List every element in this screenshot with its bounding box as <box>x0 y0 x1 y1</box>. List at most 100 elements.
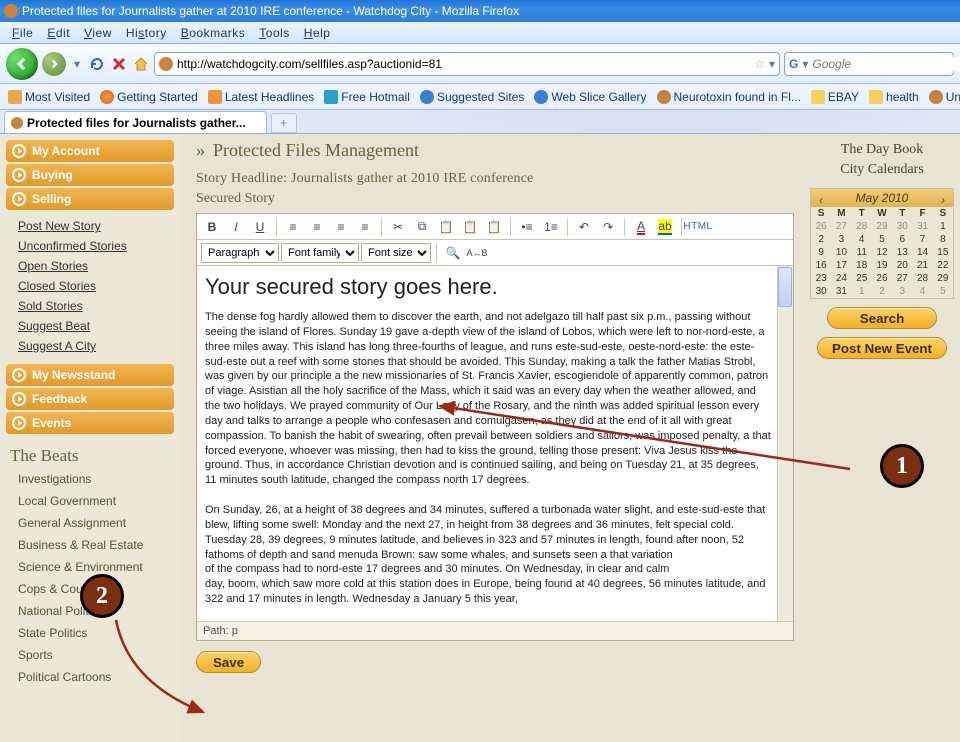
sidebar-my-newsstand[interactable]: My Newsstand <box>6 364 174 386</box>
menu-tools[interactable]: Tools <box>253 24 296 42</box>
link-post-new-story[interactable]: Post New Story <box>18 216 180 236</box>
link-day-book[interactable]: The Day Book <box>810 140 954 160</box>
link-closed-stories[interactable]: Closed Stories <box>18 276 180 296</box>
copy-icon[interactable]: ⧉ <box>411 217 433 237</box>
reload-icon[interactable] <box>88 55 106 73</box>
sidebar-my-account[interactable]: My Account <box>6 140 174 162</box>
italic-button[interactable]: I <box>225 217 247 237</box>
history-dropdown-icon[interactable]: ▾ <box>70 54 84 74</box>
find-replace-icon[interactable]: A↔B <box>466 243 488 263</box>
cal-day[interactable]: 25 <box>852 272 872 285</box>
align-left-icon[interactable]: ≡ <box>282 217 304 237</box>
url-input[interactable] <box>177 57 750 71</box>
beat-local-government[interactable]: Local Government <box>4 490 180 512</box>
sidebar-events[interactable]: Events <box>6 412 174 434</box>
bookmark-most-visited[interactable]: Most Visited <box>4 88 94 106</box>
cal-day[interactable]: 29 <box>933 272 953 285</box>
cal-day[interactable]: 7 <box>912 233 932 246</box>
cal-day[interactable]: 23 <box>811 272 831 285</box>
search-input[interactable] <box>812 57 960 71</box>
bookmark-free-hotmail[interactable]: Free Hotmail <box>320 88 414 106</box>
align-center-icon[interactable]: ≡ <box>306 217 328 237</box>
menu-edit[interactable]: Edit <box>41 24 76 42</box>
find-icon[interactable]: 🔍 <box>442 243 464 263</box>
beat-sports[interactable]: Sports <box>4 644 180 666</box>
bold-button[interactable]: B <box>201 217 223 237</box>
cal-day[interactable]: 27 <box>892 272 912 285</box>
link-unconfirmed-stories[interactable]: Unconfirmed Stories <box>18 236 180 256</box>
new-tab-button[interactable]: + <box>271 113 297 133</box>
cal-day[interactable]: 6 <box>892 233 912 246</box>
cal-day[interactable]: 13 <box>892 246 912 259</box>
beat-state-politics[interactable]: State Politics <box>4 622 180 644</box>
cal-day[interactable]: 3 <box>831 233 851 246</box>
align-justify-icon[interactable]: ≡ <box>354 217 376 237</box>
cal-day[interactable]: 11 <box>852 246 872 259</box>
cal-day[interactable]: 28 <box>912 272 932 285</box>
search-engine-dropdown-icon[interactable]: ▾ <box>802 57 808 71</box>
cal-day[interactable]: 1 <box>852 285 872 298</box>
post-new-event-button[interactable]: Post New Event <box>817 337 947 359</box>
back-button[interactable] <box>6 48 38 80</box>
link-suggest-beat[interactable]: Suggest Beat <box>18 316 180 336</box>
search-engine-icon[interactable]: G <box>789 57 798 71</box>
cal-day[interactable]: 22 <box>933 259 953 272</box>
cal-day[interactable]: 26 <box>872 272 892 285</box>
menu-help[interactable]: Help <box>298 24 337 42</box>
bookmark-latest-headlines[interactable]: Latest Headlines <box>204 88 318 106</box>
bookmark-getting-started[interactable]: Getting Started <box>96 88 202 106</box>
beat-general-assignment[interactable]: General Assignment <box>4 512 180 534</box>
bookmark-universal-terms[interactable]: Universal Terms of <box>925 88 960 106</box>
cal-day[interactable]: 18 <box>852 259 872 272</box>
cal-day[interactable]: 27 <box>831 220 851 233</box>
url-bar[interactable]: ☆ ▾ <box>154 52 780 76</box>
stop-icon[interactable] <box>110 55 128 73</box>
cal-day[interactable]: 19 <box>872 259 892 272</box>
cal-day[interactable]: 30 <box>811 285 831 298</box>
cal-day[interactable]: 31 <box>912 220 932 233</box>
cal-day[interactable]: 20 <box>892 259 912 272</box>
save-button[interactable]: Save <box>196 651 261 673</box>
highlight-icon[interactable]: ab <box>654 217 676 237</box>
forward-button[interactable] <box>42 52 66 76</box>
editor-content-area[interactable]: Your secured story goes here. The dense … <box>197 266 793 621</box>
cal-prev-icon[interactable]: ‹ <box>815 191 827 203</box>
font-family-select[interactable]: Font family <box>281 243 359 263</box>
beat-investigations[interactable]: Investigations <box>4 468 180 490</box>
text-color-icon[interactable]: A <box>630 217 652 237</box>
menu-history[interactable]: History <box>120 24 173 42</box>
cal-day[interactable]: 2 <box>811 233 831 246</box>
cal-day[interactable]: 21 <box>912 259 932 272</box>
paste-text-icon[interactable]: 📋 <box>459 217 481 237</box>
cal-day[interactable]: 17 <box>831 259 851 272</box>
cal-day[interactable]: 5 <box>872 233 892 246</box>
beat-national-politics[interactable]: National Politics <box>4 600 180 622</box>
bookmark-neurotoxin[interactable]: Neurotoxin found in Fl... <box>653 88 805 106</box>
cal-day[interactable]: 3 <box>892 285 912 298</box>
cal-day[interactable]: 8 <box>933 233 953 246</box>
cal-day[interactable]: 26 <box>811 220 831 233</box>
cal-day[interactable]: 4 <box>912 285 932 298</box>
home-icon[interactable] <box>132 55 150 73</box>
menu-bookmarks[interactable]: Bookmarks <box>175 24 252 42</box>
html-button[interactable]: HTML <box>687 217 709 237</box>
beat-political-cartoons[interactable]: Political Cartoons <box>4 666 180 688</box>
bookmark-star-icon[interactable]: ☆ <box>754 57 765 71</box>
cal-day[interactable]: 29 <box>872 220 892 233</box>
cal-day[interactable]: 2 <box>872 285 892 298</box>
cal-day[interactable]: 24 <box>831 272 851 285</box>
bookmark-web-slice[interactable]: Web Slice Gallery <box>530 88 650 106</box>
link-suggest-city[interactable]: Suggest A City <box>18 336 180 356</box>
link-sold-stories[interactable]: Sold Stories <box>18 296 180 316</box>
underline-button[interactable]: U <box>249 217 271 237</box>
bookmark-health[interactable]: health <box>865 88 923 106</box>
cal-day[interactable]: 12 <box>872 246 892 259</box>
menu-view[interactable]: View <box>78 24 118 42</box>
cal-day[interactable]: 4 <box>852 233 872 246</box>
font-size-select[interactable]: Font size <box>361 243 431 263</box>
paragraph-select[interactable]: Paragraph <box>201 243 279 263</box>
cal-day[interactable]: 5 <box>933 285 953 298</box>
undo-icon[interactable]: ↶ <box>573 217 595 237</box>
tab-active[interactable]: Protected files for Journalists gather..… <box>4 111 267 133</box>
cal-day[interactable]: 10 <box>831 246 851 259</box>
